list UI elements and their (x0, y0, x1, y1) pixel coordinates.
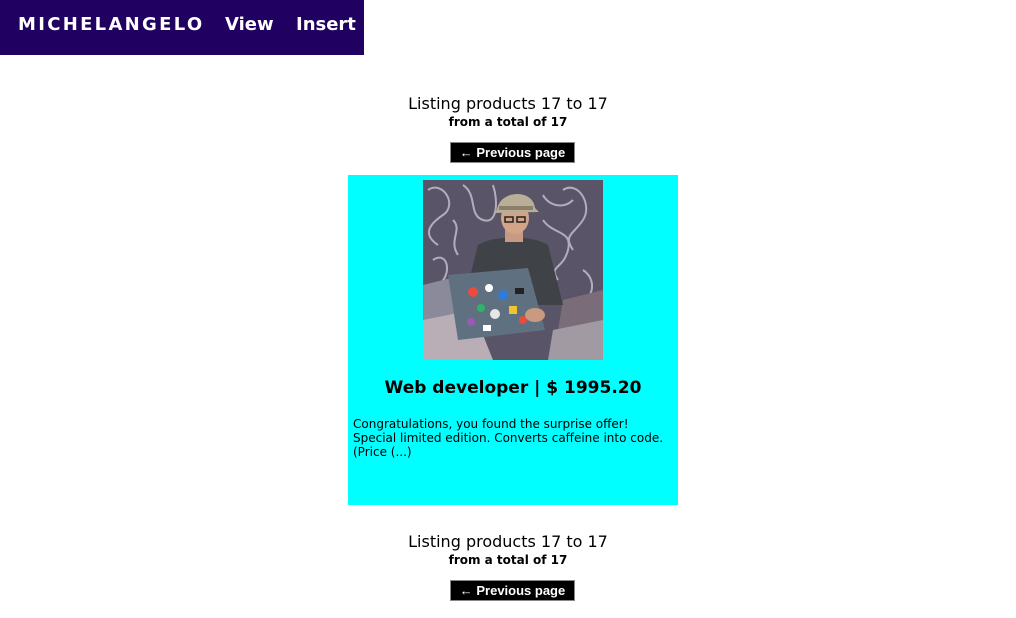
listing-range-text: Listing products 17 to 17 (408, 532, 608, 551)
product-image[interactable] (423, 180, 603, 360)
top-navbar: MICHELANGELO View Insert (0, 0, 364, 55)
listing-summary-bottom: Listing products 17 to 17 from a total o… (0, 532, 1016, 568)
product-description: Congratulations, you found the surprise … (353, 417, 664, 459)
previous-page-button-bottom[interactable]: ← Previous page (450, 580, 575, 601)
product-card[interactable]: Web developer | $ 1995.20 Congratulation… (348, 175, 678, 505)
nav-link-insert[interactable]: Insert (296, 14, 356, 36)
previous-page-button-top[interactable]: ← Previous page (450, 142, 575, 163)
listing-summary-top: Listing products 17 to 17 from a total o… (0, 94, 1016, 130)
product-title[interactable]: Web developer | $ 1995.20 (348, 376, 678, 400)
brand-logo-link[interactable]: MICHELANGELO (18, 14, 204, 36)
nav-link-view[interactable]: View (225, 14, 274, 36)
listing-total-text: from a total of 17 (448, 553, 568, 567)
listing-range-text: Listing products 17 to 17 (408, 94, 608, 113)
listing-total-text: from a total of 17 (448, 115, 568, 129)
